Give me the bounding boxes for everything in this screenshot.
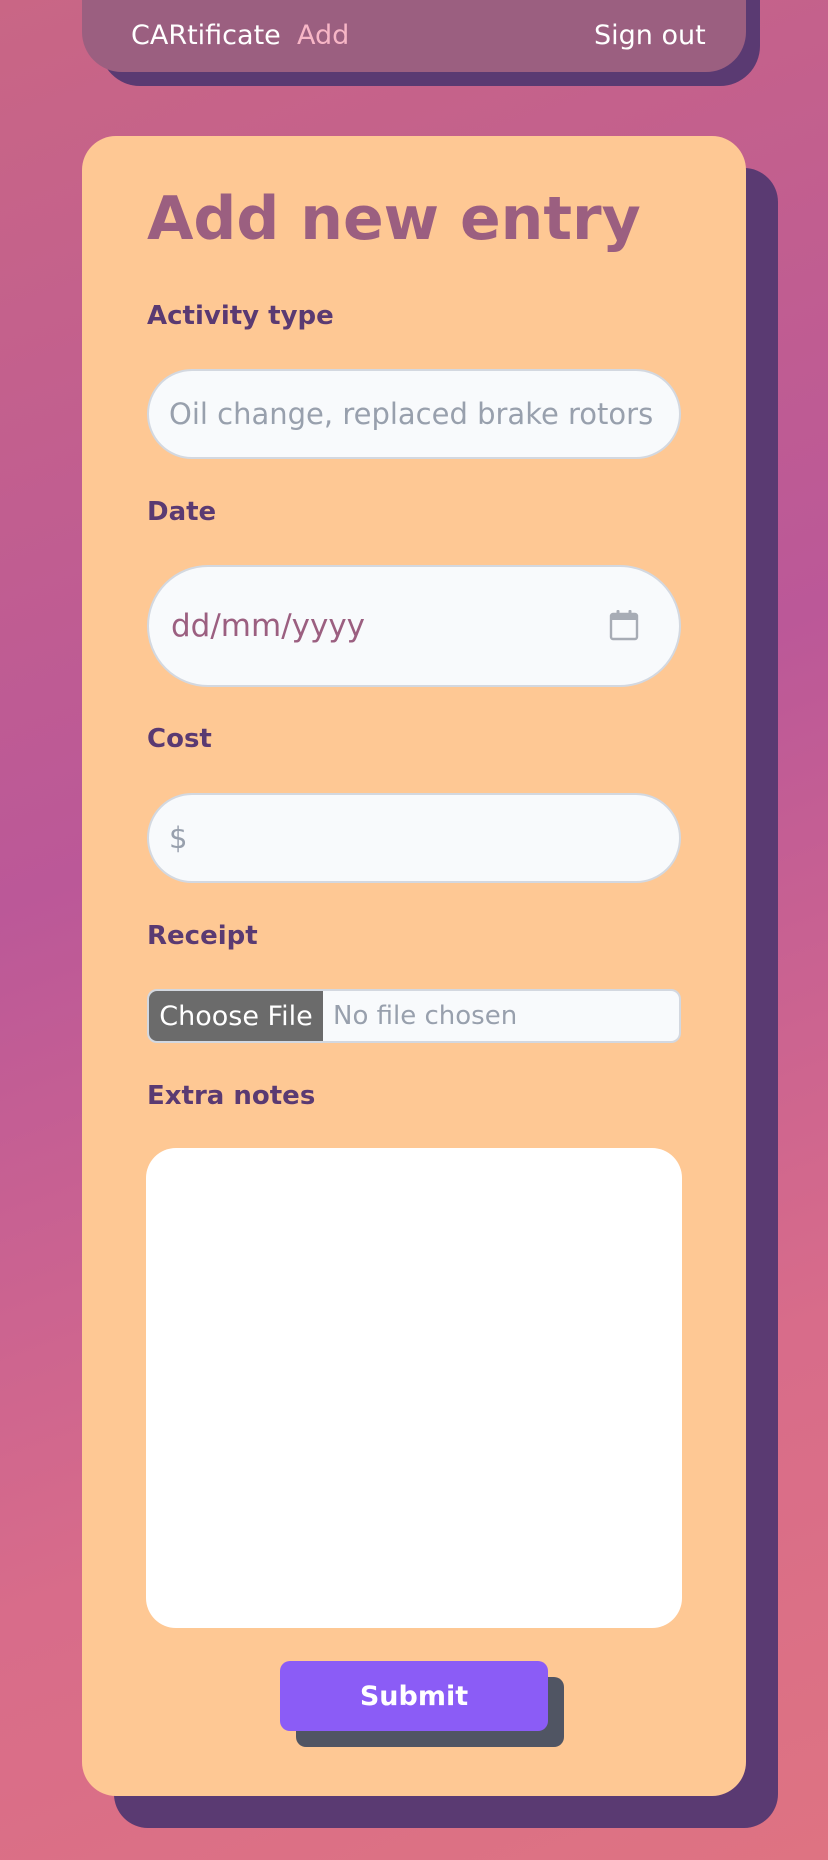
date-label: Date [147, 497, 217, 527]
file-status: No file chosen [333, 1001, 518, 1031]
activity-type-label: Activity type [147, 301, 334, 331]
receipt-file-input: Choose File No file chosen [147, 989, 681, 1043]
nav-add-link[interactable]: Add [297, 18, 349, 54]
cost-input[interactable] [199, 795, 659, 881]
date-input[interactable]: dd/mm/yyyy [147, 565, 681, 687]
activity-type-field [147, 369, 681, 459]
sign-out-link[interactable]: Sign out [594, 18, 706, 54]
page-title: Add new entry [147, 184, 641, 254]
activity-type-input[interactable] [169, 371, 659, 457]
date-placeholder: dd/mm/yyyy [171, 608, 366, 644]
dollar-prefix: $ [169, 821, 188, 855]
choose-file-button[interactable]: Choose File [149, 991, 323, 1041]
extra-notes-textarea[interactable] [146, 1148, 682, 1628]
cost-label: Cost [147, 724, 212, 754]
brand-link[interactable]: CARtificate [131, 18, 281, 54]
cost-field: $ [147, 793, 681, 883]
extra-notes-label: Extra notes [147, 1081, 316, 1111]
submit-button[interactable]: Submit [280, 1661, 548, 1731]
receipt-label: Receipt [147, 921, 258, 951]
calendar-icon[interactable] [609, 609, 639, 641]
